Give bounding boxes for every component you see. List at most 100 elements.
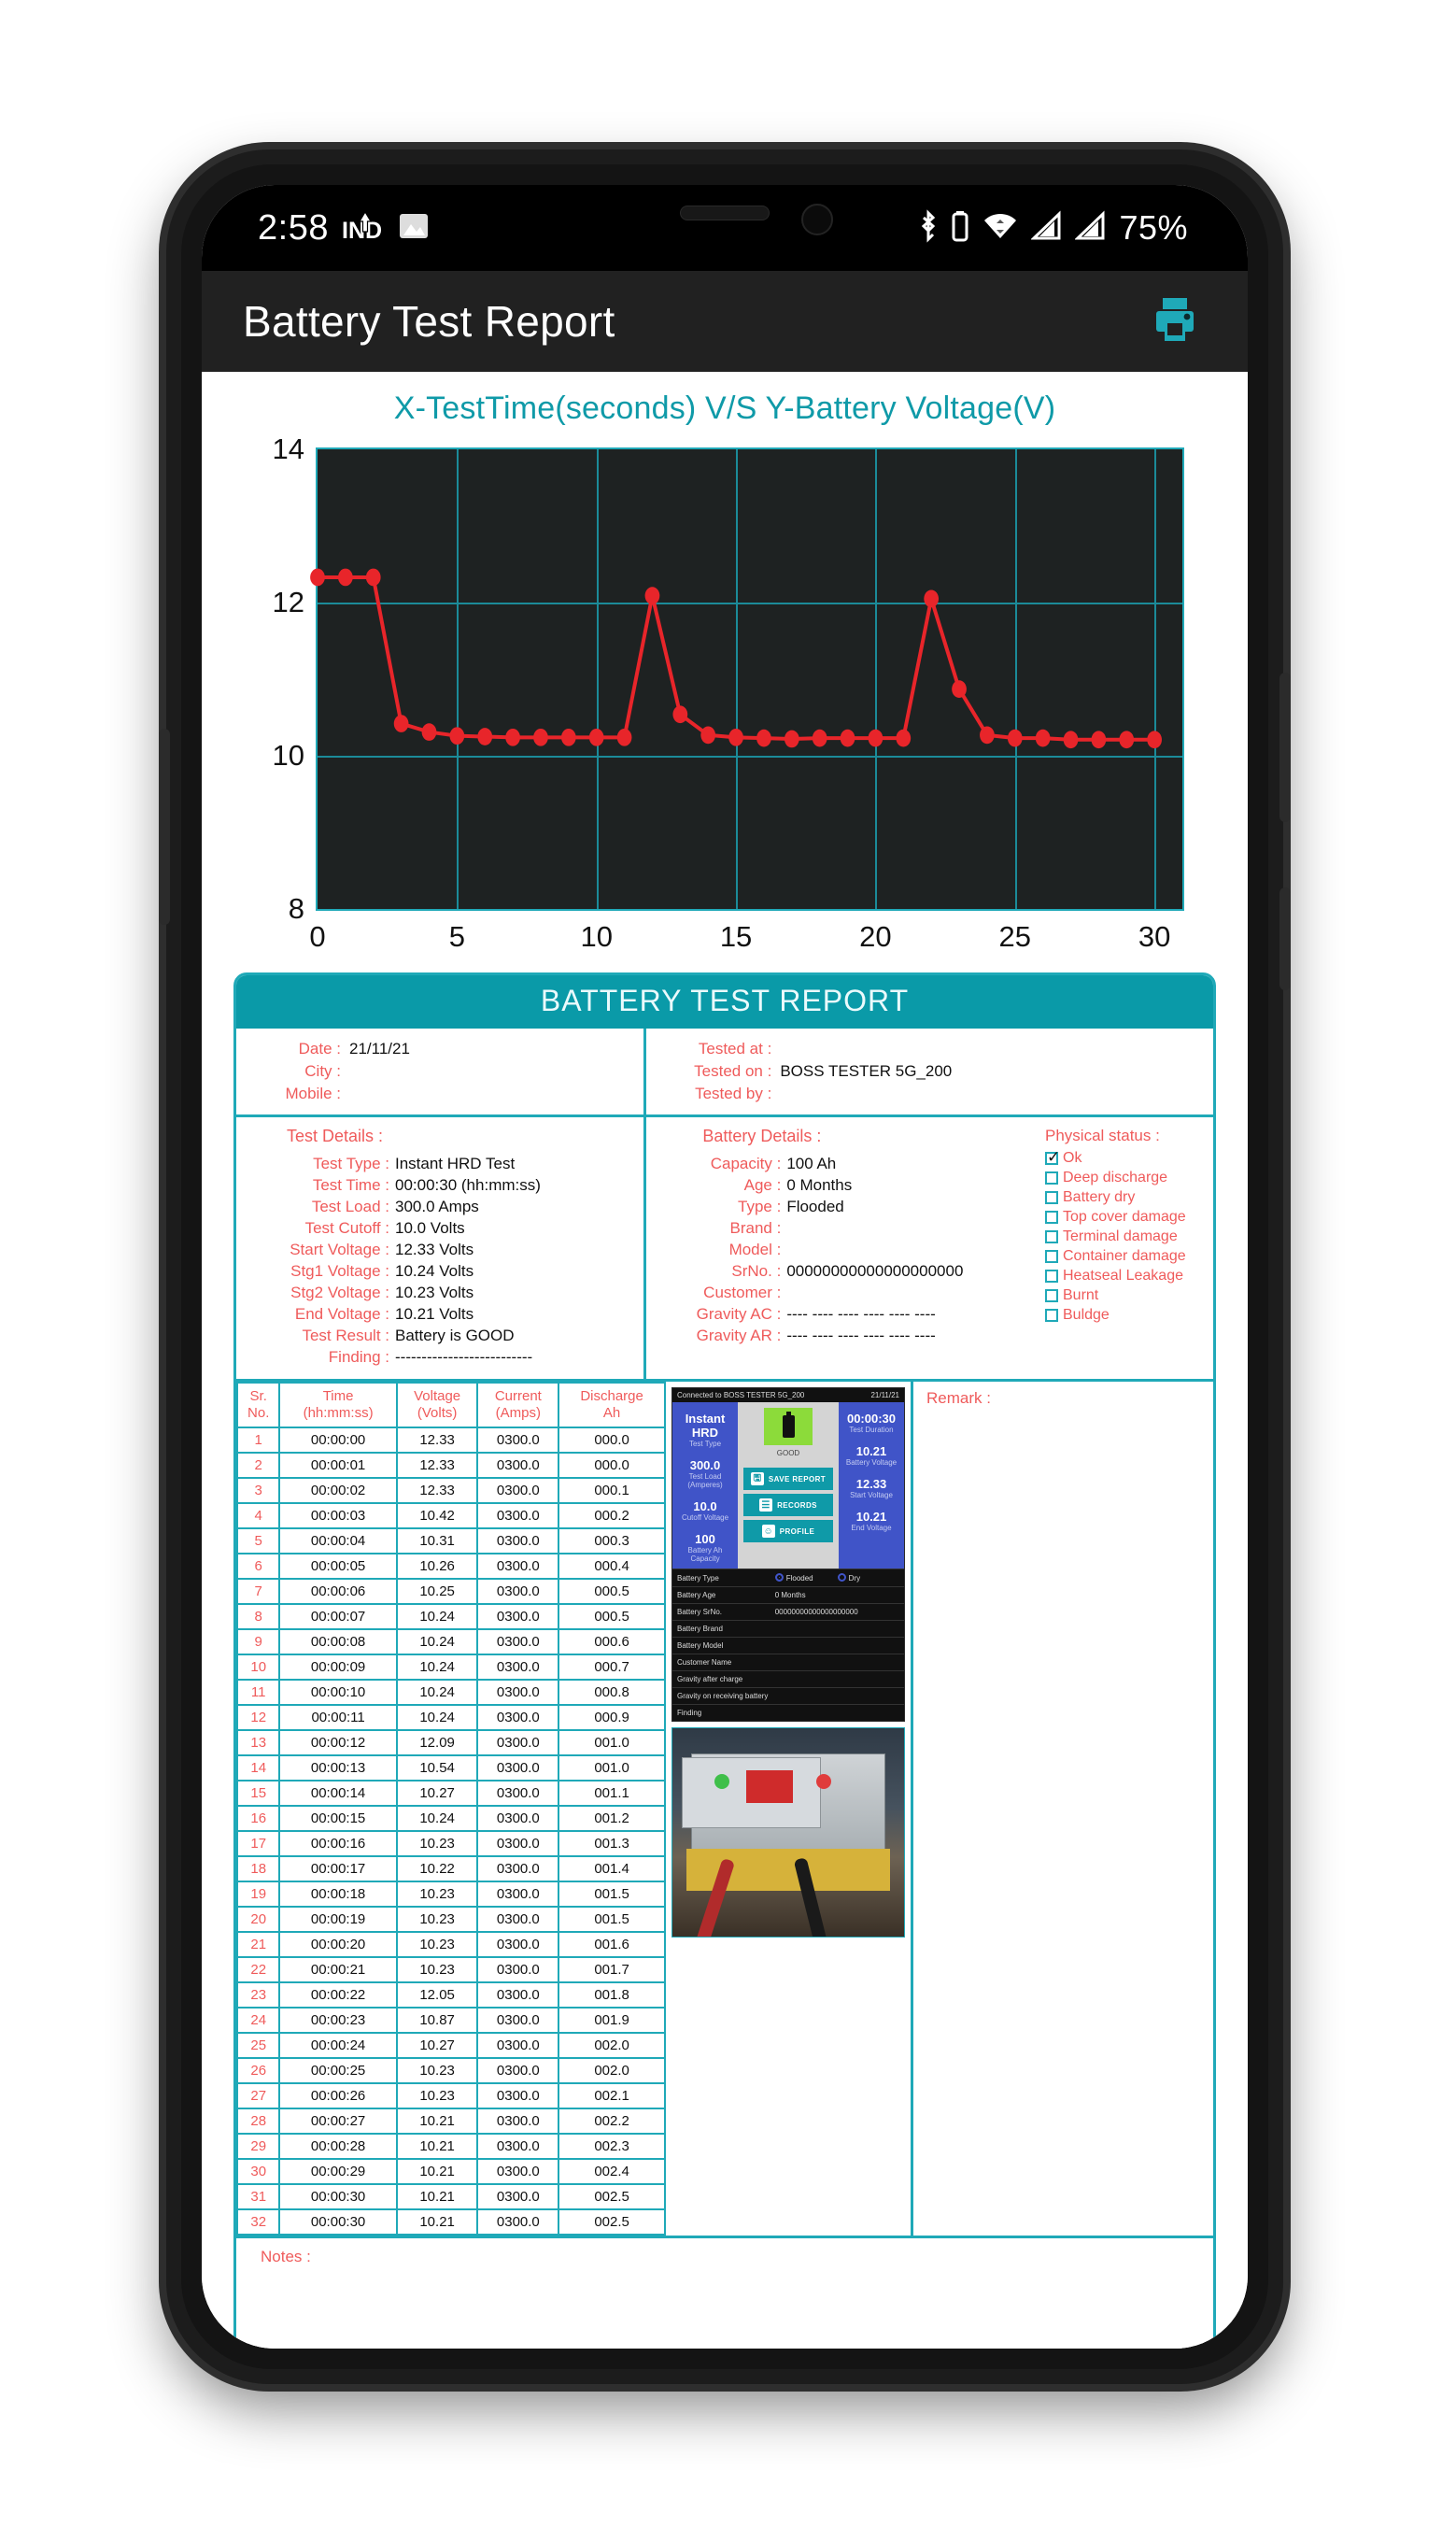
field-label: Mobile : — [285, 1085, 341, 1102]
table-cell: 12 — [236, 1704, 281, 1731]
shot-value-label: Battery Ah Capacity — [687, 1546, 723, 1563]
data-point — [588, 728, 604, 746]
physical-status-checkbox[interactable]: Terminal damage — [1045, 1227, 1213, 1246]
data-point — [1147, 731, 1162, 749]
table-cell: 7 — [236, 1578, 281, 1605]
shot-row-value[interactable]: 00000000000000000000 — [775, 1608, 899, 1616]
checkbox-label: Ok — [1063, 1150, 1082, 1166]
shot-list-button[interactable]: ☰ RECORDS — [743, 1494, 833, 1516]
physical-status-checkbox[interactable]: Deep discharge — [1045, 1168, 1213, 1187]
printer-icon — [1149, 295, 1201, 348]
table-column-header: Current (Amps) — [476, 1382, 560, 1428]
report-content[interactable]: X-TestTime(seconds) V/S Y-Battery Voltag… — [202, 372, 1248, 2349]
meta-field: Tested by : — [691, 1083, 1213, 1105]
test-detail-field: End Voltage : 10.21 Volts — [236, 1303, 643, 1325]
checkbox-icon[interactable] — [1045, 1229, 1058, 1243]
table-cell: 10.27 — [395, 1780, 479, 1807]
table-cell: 0300.0 — [476, 1452, 560, 1479]
physical-status-checkbox[interactable]: Top cover damage — [1045, 1207, 1213, 1227]
table-row: 27 00:00:26 10.23 0300.0 002.1 — [236, 2082, 666, 2109]
test-detail-field: Test Load : 300.0 Amps — [236, 1196, 643, 1217]
table-cell: 000.4 — [558, 1553, 666, 1580]
table-cell: 00:00:04 — [278, 1527, 398, 1554]
field-value: Flooded — [786, 1198, 844, 1215]
table-row: 13 00:00:12 12.09 0300.0 001.0 — [236, 1729, 666, 1756]
assistant-button[interactable] — [159, 729, 170, 925]
battery-status-icon — [764, 1408, 813, 1445]
battery-test-report-sheet: BATTERY TEST REPORT Date : 21/11/21 City :… — [233, 972, 1216, 2349]
physical-status-checkbox[interactable]: Container damage — [1045, 1246, 1213, 1266]
physical-status-list: Ok Deep discharge Battery dry Top cover dam… — [1045, 1147, 1213, 1325]
field-value: 00:00:30 (hh:mm:ss) — [395, 1176, 541, 1194]
field-label: Test Time : — [312, 1176, 389, 1194]
table-cell: 0300.0 — [476, 2007, 560, 2034]
table-cell: 0300.0 — [476, 1855, 560, 1882]
volume-button[interactable] — [1279, 887, 1291, 990]
profile-icon: ☺ — [761, 1525, 775, 1538]
table-cell: 0300.0 — [476, 1754, 560, 1782]
physical-status-checkbox[interactable]: Battery dry — [1045, 1187, 1213, 1207]
shot-form-row: Gravity after charge — [672, 1670, 904, 1687]
checkbox-icon[interactable] — [1045, 1269, 1058, 1283]
table-cell: 002.5 — [558, 2183, 666, 2210]
shot-row-value[interactable]: Flooded Dry — [774, 1573, 899, 1583]
table-header-row: Sr. No. Time (hh:mm:ss) Voltage (Volts) Curren… — [236, 1382, 666, 1428]
table-cell: 10.42 — [395, 1502, 479, 1529]
chart-title: X-TestTime(seconds) V/S Y-Battery Voltag… — [393, 390, 1056, 426]
physical-status-checkbox[interactable]: Burnt — [1045, 1285, 1213, 1305]
series-line — [318, 577, 1154, 740]
report-meta-row: Date : 21/11/21 City : Mobile : Tested at :… — [236, 1029, 1213, 1117]
print-button[interactable] — [1145, 294, 1205, 348]
table-cell: 12.33 — [395, 1477, 479, 1504]
data-point — [449, 727, 465, 745]
field-value: Instant HRD Test — [395, 1155, 516, 1172]
table-cell: 000.8 — [558, 1679, 666, 1706]
checkbox-label: Heatseal Leakage — [1063, 1268, 1183, 1284]
table-cell: 0300.0 — [476, 2133, 560, 2160]
checkbox-icon[interactable] — [1045, 1288, 1058, 1302]
table-row: 30 00:00:29 10.21 0300.0 002.4 — [236, 2158, 666, 2185]
table-cell: 14 — [236, 1754, 281, 1782]
table-cell: 001.1 — [558, 1780, 666, 1807]
shot-profile-button[interactable]: ☺ PROFILE — [743, 1520, 833, 1542]
table-cell: 13 — [236, 1729, 281, 1756]
data-point — [393, 715, 409, 732]
field-value: ---- ---- ---- ---- ---- ---- — [786, 1327, 936, 1344]
table-cell: 00:00:28 — [278, 2133, 398, 2160]
power-button[interactable] — [1279, 673, 1291, 822]
table-cell: 00:00:30 — [278, 2183, 398, 2210]
checkbox-icon[interactable] — [1045, 1171, 1058, 1185]
table-cell: 000.2 — [558, 1502, 666, 1529]
shot-form-row: Battery Model — [672, 1637, 904, 1654]
shot-row-label: Customer Name — [677, 1658, 732, 1667]
physical-status-checkbox[interactable]: Ok — [1045, 1147, 1213, 1168]
test-detail-field: Test Result : Battery is GOOD — [236, 1325, 643, 1346]
table-column-header: Time (hh:mm:ss) — [278, 1382, 398, 1428]
physical-status-checkbox[interactable]: Buldge — [1045, 1305, 1213, 1325]
field-label: SrNo. : — [731, 1262, 782, 1280]
checkbox-icon[interactable] — [1045, 1249, 1058, 1263]
field-value: 10.21 Volts — [395, 1305, 474, 1323]
table-row: 2 00:00:01 12.33 0300.0 000.0 — [236, 1452, 666, 1479]
field-label: Gravity AC : — [696, 1305, 782, 1323]
physical-status-checkbox[interactable]: Heatseal Leakage — [1045, 1266, 1213, 1285]
table-row: 20 00:00:19 10.23 0300.0 001.5 — [236, 1906, 666, 1933]
data-point — [365, 568, 381, 587]
shot-row-value[interactable]: 0 Months — [775, 1591, 899, 1599]
report-meta-right: Tested at : Tested on : BOSS TESTER 5G_200… — [646, 1029, 1213, 1114]
checkbox-icon[interactable] — [1045, 1308, 1058, 1322]
checkbox-checked-icon[interactable] — [1045, 1147, 1060, 1167]
checkbox-icon[interactable] — [1045, 1190, 1058, 1204]
field-value: BOSS TESTER 5G_200 — [780, 1062, 953, 1080]
data-point — [896, 729, 912, 747]
table-cell: 10.23 — [395, 1830, 479, 1857]
checkbox-icon[interactable] — [1045, 1210, 1058, 1224]
shot-date-text: 21/11/21 — [870, 1391, 899, 1399]
table-cell: 00:00:23 — [278, 2007, 398, 2034]
data-point — [1119, 731, 1135, 749]
report-details-row: Test Details : Test Type : Instant HRD Te… — [236, 1117, 1213, 1382]
phone-frame: 2:58 IND 75% Battery Test Report X-TestT… — [159, 149, 1291, 2384]
shot-save-button[interactable]: 🖫 SAVE REPORT — [743, 1468, 833, 1490]
table-cell: 000.7 — [558, 1654, 666, 1681]
field-label: Test Type : — [313, 1155, 389, 1172]
